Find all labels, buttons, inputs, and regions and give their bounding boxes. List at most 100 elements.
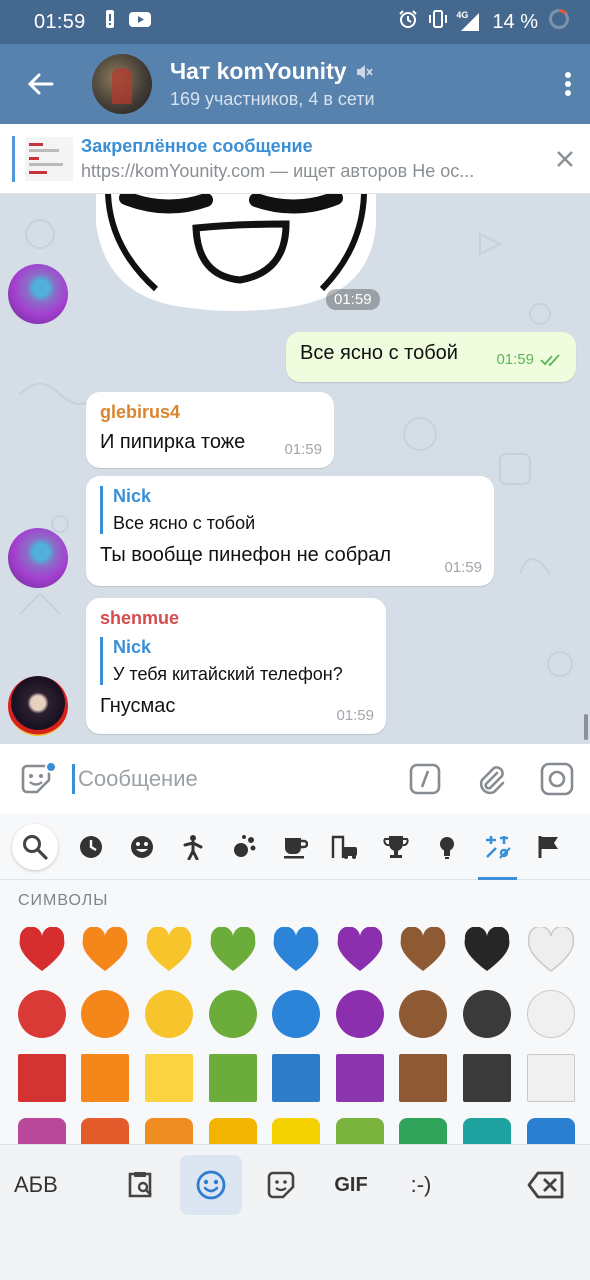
bot-commands-button[interactable] [392,744,458,814]
circle-emoji[interactable] [392,982,456,1046]
square-emoji[interactable] [137,1046,201,1110]
square-emoji[interactable] [519,1046,583,1110]
message-text: И пипирка тоже [100,431,246,453]
category-activities[interactable] [371,814,422,880]
person-icon [183,834,203,860]
message-time: 01:59 [284,441,322,458]
close-pinned-button[interactable] [540,124,590,194]
circle-emoji[interactable] [455,982,519,1046]
heart-emoji[interactable] [74,918,138,982]
category-food[interactable] [269,814,320,880]
emoji-search-button[interactable] [12,823,58,870]
heart-emoji[interactable] [137,918,201,982]
backspace-button[interactable] [516,1155,576,1215]
backspace-icon [527,1171,564,1199]
clipboard-search-button[interactable] [110,1155,172,1215]
circle-emoji[interactable] [10,982,74,1046]
category-flags[interactable] [523,814,574,880]
circle-emoji[interactable] [519,982,583,1046]
category-recent[interactable] [66,814,117,880]
message-input[interactable] [72,764,392,794]
chat-header: Чат komYounity 169 участников, 4 в сети [0,44,590,124]
emoji-cell[interactable] [264,1110,328,1144]
back-button[interactable] [0,44,80,124]
reply-text: У тебя китайский телефон? [113,664,343,684]
heart-emoji[interactable] [10,918,74,982]
sender-name[interactable]: shenmue [100,608,372,629]
heart-emoji[interactable] [392,918,456,982]
message-bubble[interactable]: glebirus4 И пипирка тоже 01:59 [86,392,334,468]
chat-title: Чат komYounity [170,58,347,84]
emoji-row-circles [10,982,586,1046]
abc-keyboard-button[interactable]: АБВ [14,1172,110,1198]
square-emoji[interactable] [392,1046,456,1110]
category-smileys[interactable] [117,814,168,880]
square-emoji[interactable] [10,1046,74,1110]
category-objects[interactable] [422,814,473,880]
emoticon-keyboard-button[interactable]: :-) [390,1155,452,1215]
attach-button[interactable] [458,744,524,814]
pinned-message[interactable]: Закреплённое сообщение https://komYounit… [0,124,590,194]
category-animals[interactable] [218,814,269,880]
circle-emoji[interactable] [328,982,392,1046]
message-list[interactable]: 01:59 Все ясно с тобой 01:59 glebirus4 И… [0,194,590,744]
square-emoji[interactable] [455,1046,519,1110]
emoji-keyboard-button[interactable] [180,1155,242,1215]
message-time: 01:59 [336,707,374,724]
camera-button[interactable] [524,744,590,814]
emoji-row-hearts [10,918,586,982]
mute-icon [356,64,373,79]
message-bubble-outgoing[interactable]: Все ясно с тобой 01:59 [286,332,576,382]
more-menu-button[interactable] [546,44,590,124]
emoji-toggle-button[interactable] [0,744,72,814]
emoji-cell[interactable] [10,1110,74,1144]
gif-keyboard-button[interactable]: GIF [320,1155,382,1215]
avatar[interactable] [8,528,68,588]
square-emoji[interactable] [264,1046,328,1110]
emoji-cell[interactable] [455,1110,519,1144]
sender-name[interactable]: glebirus4 [100,402,320,423]
reply-quote[interactable]: Nick Все ясно с тобой [100,486,480,534]
heart-emoji[interactable] [455,918,519,982]
emoji-cell[interactable] [392,1110,456,1144]
circle-emoji[interactable] [201,982,265,1046]
scrollbar[interactable] [584,714,588,740]
trophy-icon [383,835,409,858]
chat-title-block[interactable]: Чат komYounity 169 участников, 4 в сети [170,58,546,110]
heart-emoji[interactable] [328,918,392,982]
reply-quote[interactable]: Nick У тебя китайский телефон? [100,637,372,685]
avatar[interactable] [8,264,68,324]
circle-emoji[interactable] [74,982,138,1046]
close-icon [557,150,573,167]
avatar[interactable] [8,676,68,736]
emoji-section-title: СИМВОЛЫ [18,892,109,909]
chat-avatar[interactable] [92,54,152,114]
message-bubble[interactable]: shenmue Nick У тебя китайский телефон? Г… [86,598,386,734]
square-emoji[interactable] [201,1046,265,1110]
heart-emoji[interactable] [519,918,583,982]
double-check-icon [540,353,560,366]
square-emoji[interactable] [328,1046,392,1110]
message-text: Ты вообще пинефон не собрал [100,544,392,566]
heart-emoji[interactable] [264,918,328,982]
message-composer [0,744,590,814]
battery-percent: 14 % [492,10,538,33]
category-symbols[interactable] [472,814,523,880]
category-travel[interactable] [320,814,371,880]
circle-emoji[interactable] [137,982,201,1046]
emoji-cell[interactable] [519,1110,583,1144]
emoji-cell[interactable] [201,1110,265,1144]
message-bubble[interactable]: Nick Все ясно с тобой Ты вообще пинефон … [86,476,494,586]
sticker-time: 01:59 [326,289,380,310]
sticker-keyboard-button[interactable] [250,1155,312,1215]
circle-emoji[interactable] [264,982,328,1046]
heart-emoji[interactable] [201,918,265,982]
emoji-cell[interactable] [74,1110,138,1144]
emoji-cell[interactable] [328,1110,392,1144]
pinned-title: Закреплённое сообщение [81,135,313,156]
square-emoji[interactable] [74,1046,138,1110]
emoji-cell[interactable] [137,1110,201,1144]
emoji-panel: СИМВОЛЫ [0,814,590,1144]
category-people[interactable] [168,814,219,880]
emoji-category-bar [0,814,590,880]
